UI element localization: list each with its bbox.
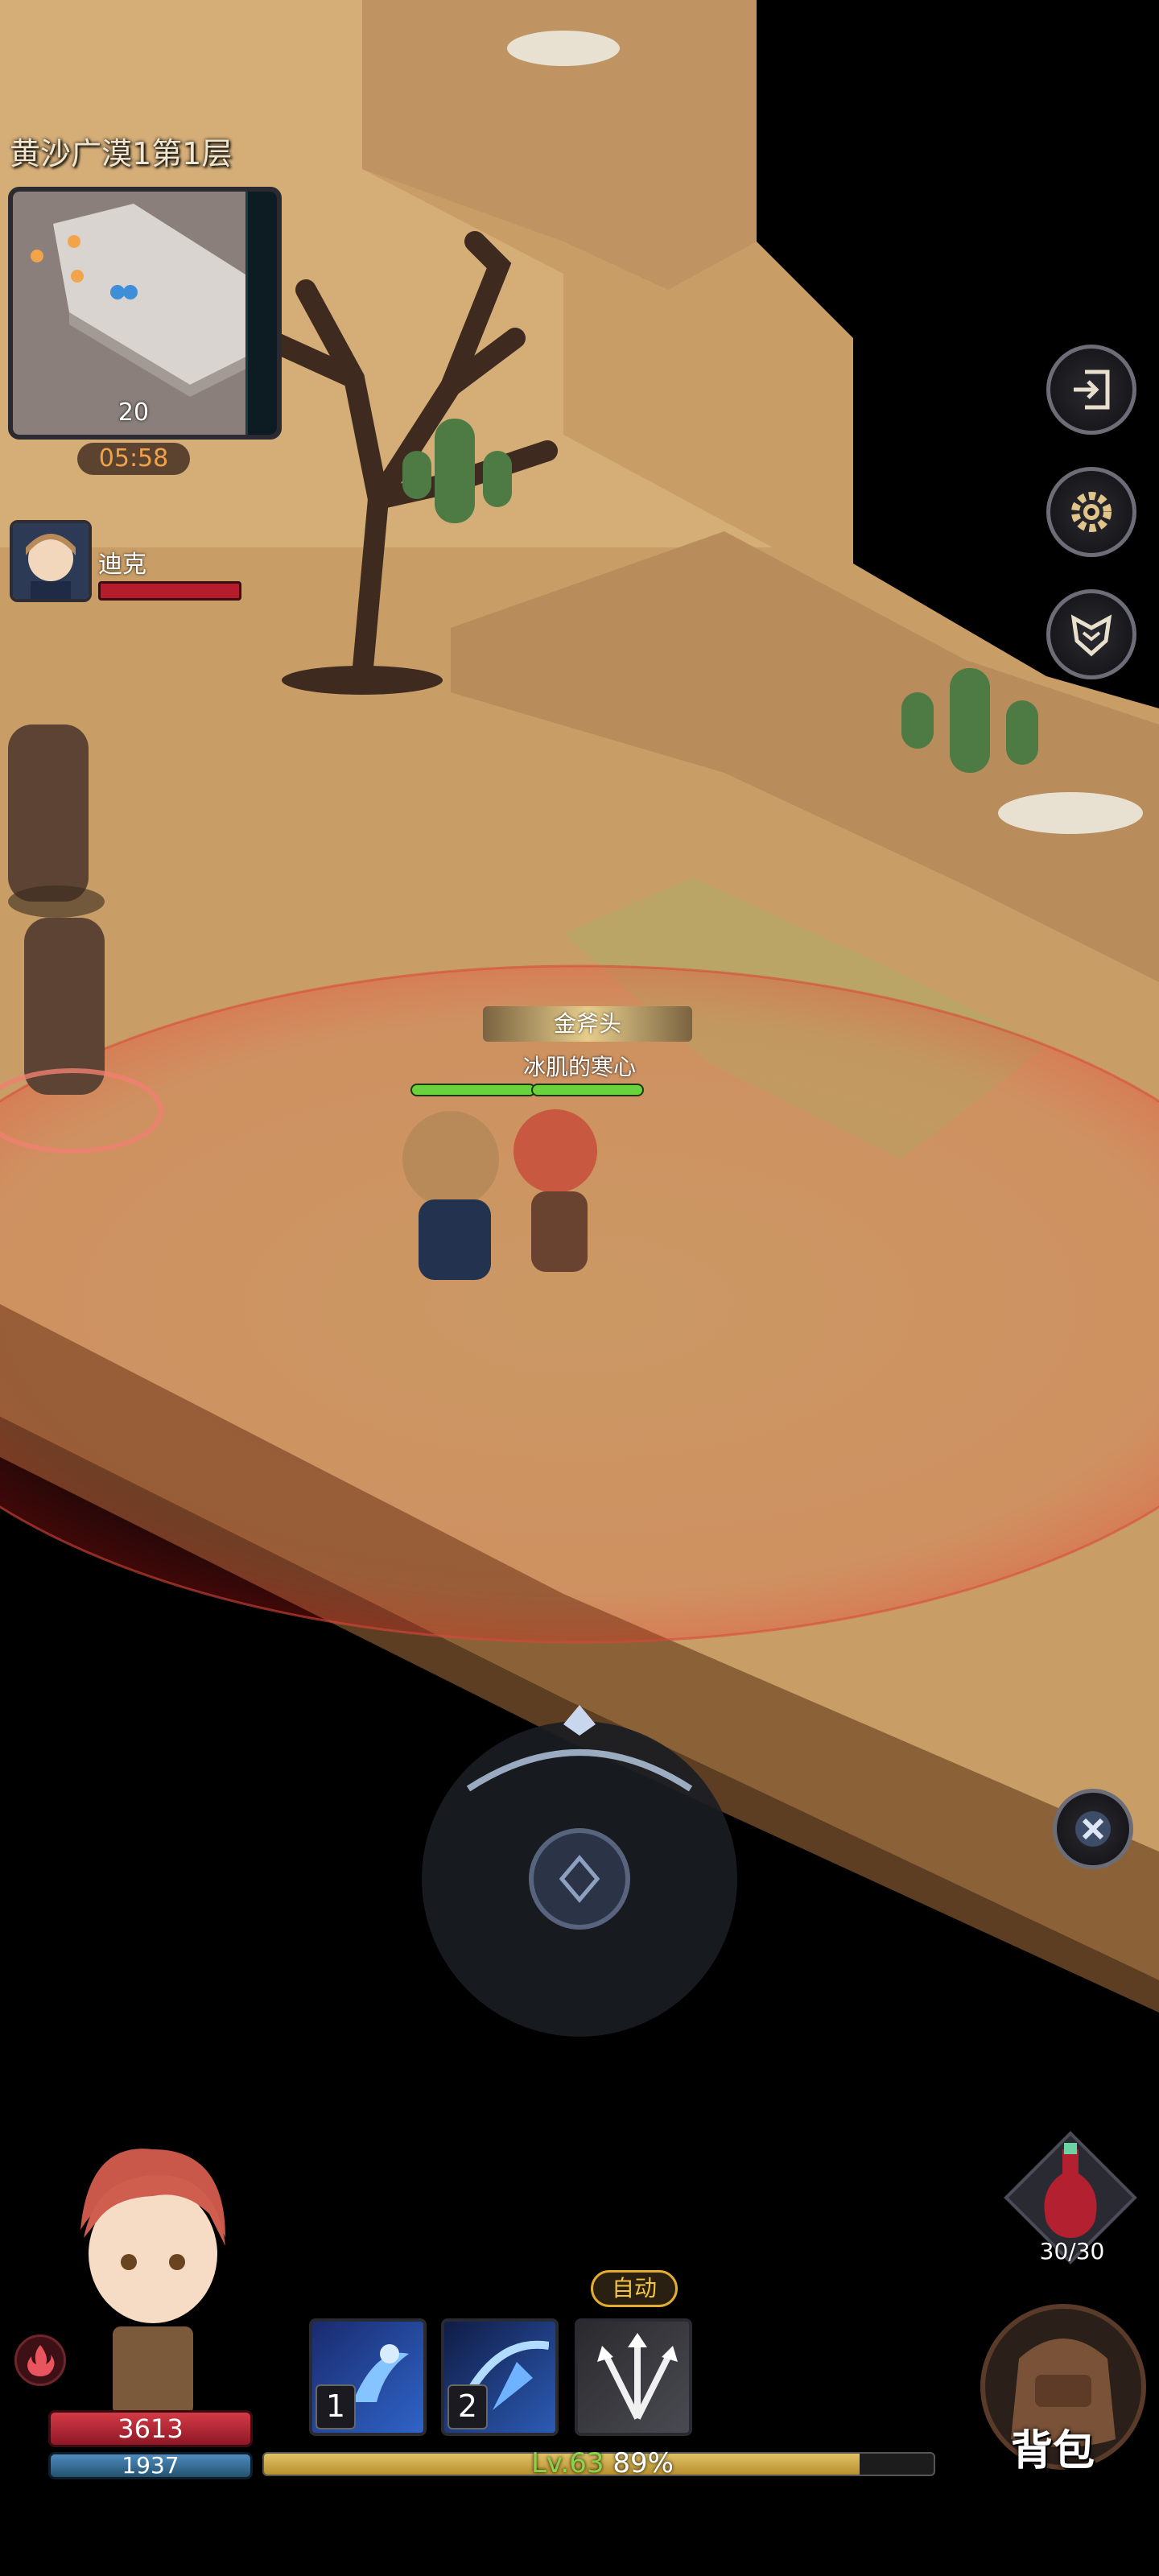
guild-button[interactable] xyxy=(1046,589,1136,679)
gear-icon xyxy=(1071,492,1112,532)
guild-emblem-icon xyxy=(1070,614,1112,657)
player-level: Lv.63 xyxy=(531,2447,604,2479)
close-icon xyxy=(1075,1811,1111,1847)
auto-toggle-button[interactable]: 自动 xyxy=(591,2270,678,2307)
exp-percent: 89% xyxy=(612,2447,674,2479)
player-mp-value: 1937 xyxy=(48,2452,253,2479)
player-hp-value: 3613 xyxy=(48,2410,253,2447)
backpack-label: 背包 xyxy=(1011,2427,1095,2475)
ally-name: 迪克 xyxy=(98,551,146,579)
skill-slot-2[interactable]: 2 xyxy=(441,2318,559,2436)
skill-slot-number: 1 xyxy=(316,2384,356,2429)
exit-icon xyxy=(1074,369,1110,410)
ally-portrait[interactable] xyxy=(10,520,92,602)
close-button[interactable] xyxy=(1053,1789,1133,1869)
character-title-badge: 金斧头 xyxy=(483,1006,692,1042)
minimap[interactable]: 20 xyxy=(8,187,282,440)
minimap-level: 20 xyxy=(118,398,150,427)
arrow-burst-icon xyxy=(597,2333,678,2420)
ally-hp-bar xyxy=(98,581,241,601)
countdown-timer: 05:58 xyxy=(77,443,190,475)
settings-button[interactable] xyxy=(1046,467,1136,557)
exit-button[interactable] xyxy=(1046,345,1136,435)
potion-count: 30/30 xyxy=(1039,2238,1105,2264)
companion-overhead-hp-bar xyxy=(531,1084,644,1096)
skill-slot-number: 2 xyxy=(448,2384,488,2429)
area-title: 黄沙广漠1第1层 xyxy=(10,136,233,171)
joystick-knob xyxy=(529,1828,630,1930)
player-overhead-hp-bar xyxy=(410,1084,536,1096)
player-avatar xyxy=(80,2149,225,2415)
skill-slot-1[interactable]: 1 xyxy=(309,2318,427,2436)
character-name: 冰肌的寒心 xyxy=(522,1054,636,1080)
ally-avatar xyxy=(13,523,89,599)
skill-slot-3[interactable] xyxy=(575,2318,692,2436)
virtual-joystick[interactable] xyxy=(420,1700,739,2038)
exp-readout: Lv.63 89% xyxy=(531,2447,674,2479)
fire-element-icon xyxy=(14,2334,66,2386)
